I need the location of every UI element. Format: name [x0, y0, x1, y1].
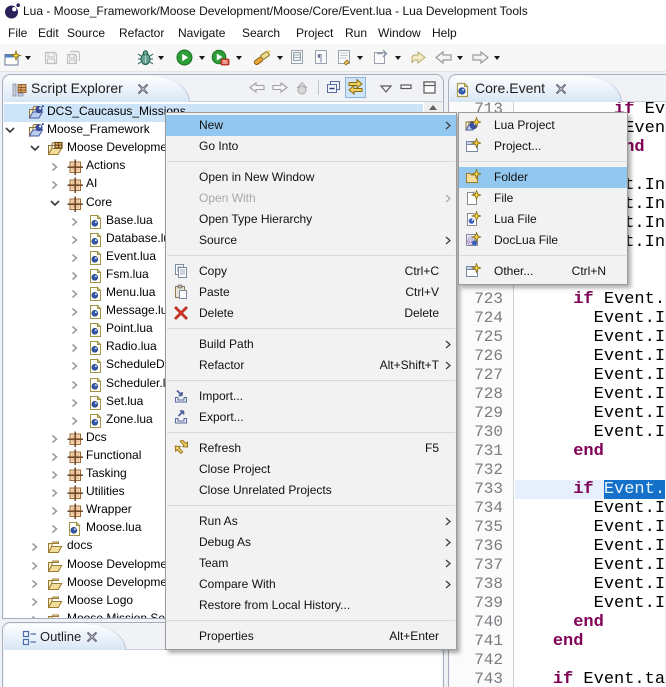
svg-text:¶: ¶ — [318, 52, 323, 64]
